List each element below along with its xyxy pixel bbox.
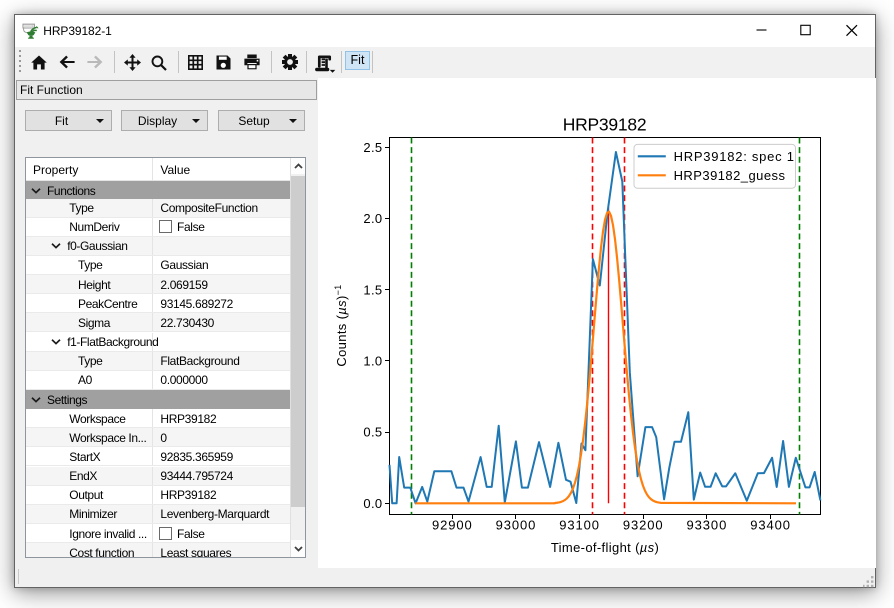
svg-text:HRP39182: HRP39182: [563, 115, 647, 135]
svg-text:HRP39182: spec 1: HRP39182: spec 1: [674, 149, 795, 164]
svg-text:2.0: 2.0: [363, 211, 382, 226]
svg-text:93200: 93200: [623, 518, 664, 533]
svg-text:HRP39182_guess: HRP39182_guess: [674, 168, 786, 183]
svg-text:93400: 93400: [750, 518, 791, 533]
svg-text:Counts (µs)−1: Counts (µs)−1: [333, 284, 349, 366]
svg-text:0.5: 0.5: [363, 425, 382, 440]
svg-text:0.0: 0.0: [363, 496, 382, 511]
svg-text:93300: 93300: [687, 518, 728, 533]
svg-text:Time-of-flight (µs): Time-of-flight (µs): [551, 540, 659, 555]
svg-text:92900: 92900: [432, 518, 473, 533]
svg-text:1.0: 1.0: [363, 353, 382, 368]
svg-text:2.5: 2.5: [363, 140, 382, 155]
svg-text:1.5: 1.5: [363, 282, 382, 297]
svg-text:93000: 93000: [496, 518, 537, 533]
svg-text:93100: 93100: [559, 518, 600, 533]
